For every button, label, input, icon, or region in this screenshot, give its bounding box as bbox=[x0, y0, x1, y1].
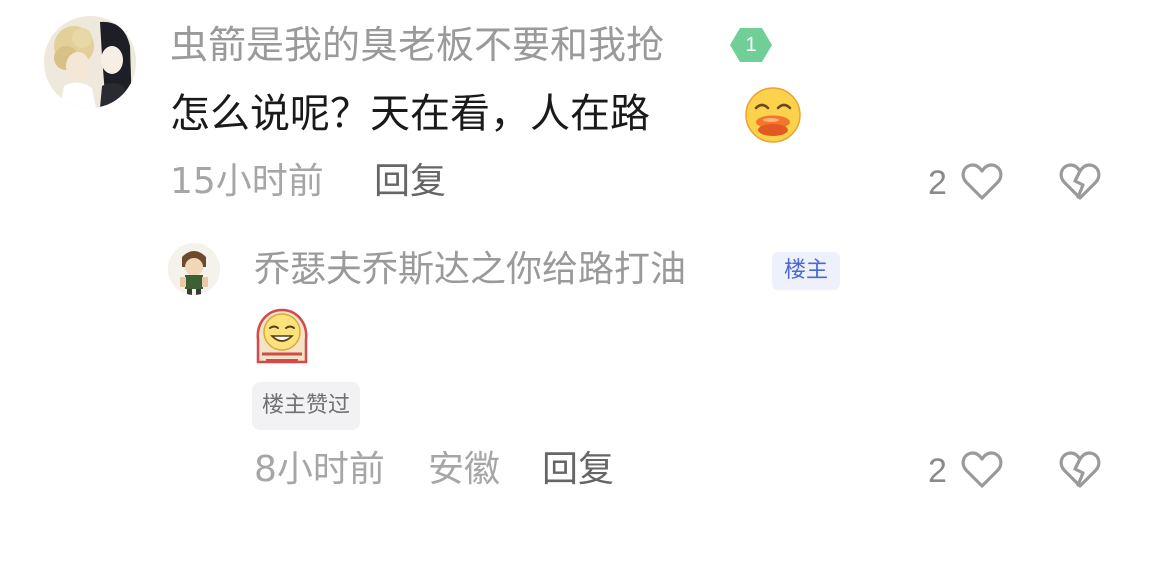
level-badge: 1 bbox=[728, 26, 774, 64]
reply-button[interactable]: 回复 bbox=[374, 164, 446, 200]
reply-reply-button[interactable]: 回复 bbox=[542, 452, 614, 488]
comment-username[interactable]: 虫箭是我的臭老板不要和我抢 bbox=[170, 26, 664, 64]
grinning-duck-lips-emoji bbox=[744, 86, 802, 144]
heart-outline-icon[interactable] bbox=[960, 448, 1004, 492]
comment-text: 怎么说呢？天在看，人在路 bbox=[170, 91, 650, 137]
level-number: 1 bbox=[745, 34, 757, 56]
op-badge: 楼主 bbox=[772, 252, 841, 290]
heart-outline-icon[interactable] bbox=[960, 160, 1004, 204]
broken-heart-icon[interactable] bbox=[1058, 448, 1102, 492]
reply-username[interactable]: 乔瑟夫乔斯达之你给路打油 bbox=[254, 252, 686, 288]
reply-avatar-image bbox=[168, 243, 220, 295]
broken-heart-icon[interactable] bbox=[1058, 160, 1102, 204]
reply-time: 8小时前 bbox=[254, 449, 385, 490]
like-count: 2 bbox=[928, 164, 947, 202]
avatar[interactable] bbox=[44, 16, 136, 108]
comment-time: 15小时前 bbox=[170, 161, 324, 202]
op-liked-tag: 楼主赞过 bbox=[252, 382, 361, 430]
grinning-face-sticker bbox=[252, 306, 312, 366]
reply-location: 安徽 bbox=[428, 449, 501, 490]
avatar-image bbox=[44, 16, 136, 108]
reply-avatar[interactable] bbox=[168, 243, 220, 295]
reply-like-count: 2 bbox=[928, 452, 947, 490]
